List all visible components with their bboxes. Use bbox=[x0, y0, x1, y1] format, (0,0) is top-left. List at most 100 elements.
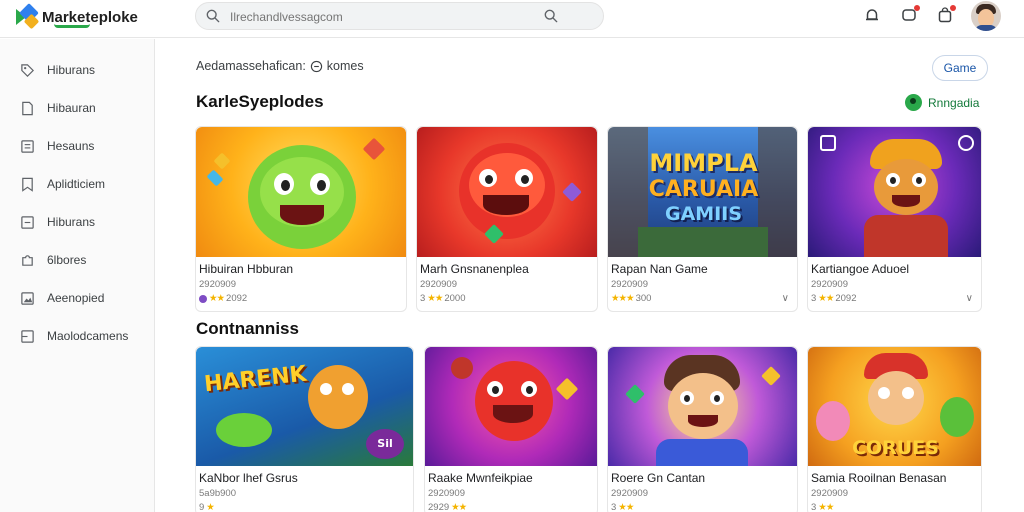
card-rating: ★★ 2092 bbox=[199, 293, 247, 304]
app-logo[interactable]: Marketeploke bbox=[16, 3, 138, 30]
breadcrumb: Aedamassehafican: komes bbox=[196, 59, 364, 73]
sidebar-item-6lbores[interactable]: 6lbores bbox=[0, 247, 155, 273]
sidebar-item-hiburans[interactable]: Hiburans bbox=[0, 57, 155, 83]
card-title: Kartiangoe Aduoel bbox=[811, 262, 910, 276]
notification-button[interactable] bbox=[901, 5, 920, 23]
game-thumbnail: MIMPLA CARUAIA GAMIIS bbox=[608, 127, 797, 257]
card-meta: 2920909 bbox=[811, 279, 848, 290]
sidebar-item-hibauran[interactable]: Hibauran bbox=[0, 95, 155, 121]
chevron-down-icon[interactable]: ∨ bbox=[966, 293, 973, 304]
star-rating: ★★ bbox=[818, 293, 834, 304]
rating-prefix: 2929 bbox=[428, 502, 450, 512]
thumbnail-title-line: MIMPLA bbox=[649, 149, 758, 177]
sidebar-item-label: 6lbores bbox=[47, 253, 87, 267]
game-card[interactable]: Raake Mwnfeikpiae 2920909 2929 ★★ bbox=[424, 346, 598, 512]
game-card[interactable]: Kartiangoe Aduoel 2920909 3 ★★ 2092 ∨ bbox=[807, 126, 982, 312]
app-name: Marketeploke bbox=[42, 8, 138, 26]
card-meta: 2920909 bbox=[420, 279, 457, 290]
game-thumbnail bbox=[608, 347, 797, 466]
thumbnail-title-line: GAMIIS bbox=[664, 203, 743, 225]
sidebar-item-aplidticiem[interactable]: Aplidticiem bbox=[0, 171, 155, 197]
thumbnail-title: HARENK bbox=[202, 361, 308, 398]
game-card[interactable]: HARENK Sil KaNbor lhef Gsrus 5a9b900 9 ★ bbox=[195, 346, 414, 512]
card-rating: 3 ★★ 2092 bbox=[811, 293, 856, 304]
sidebar-item-label: Hiburans bbox=[47, 215, 96, 229]
box-icon bbox=[21, 330, 34, 343]
star-rating: ★★ bbox=[818, 502, 834, 512]
game-thumbnail: HARENK Sil bbox=[196, 347, 413, 466]
search-bar[interactable] bbox=[195, 2, 604, 30]
notification-badge bbox=[914, 5, 920, 11]
note-icon bbox=[21, 216, 34, 229]
star-rating: ★★ bbox=[451, 502, 467, 512]
rating-prefix: 3 bbox=[611, 502, 617, 512]
card-title: Marh Gnsnanenplea bbox=[420, 262, 529, 276]
thumbnail-title-line: CARUAIA bbox=[648, 177, 759, 202]
search-submit-icon[interactable] bbox=[544, 9, 558, 23]
bell-icon[interactable] bbox=[864, 7, 880, 23]
card-title: Hibuiran Hbburan bbox=[199, 262, 294, 276]
sidebar-item-aeenopied[interactable]: Aeenopied bbox=[0, 285, 155, 311]
rating-prefix: 3 bbox=[811, 293, 817, 304]
card-meta: 2920909 bbox=[428, 488, 465, 499]
breadcrumb-current[interactable]: komes bbox=[327, 59, 364, 73]
logo-swoosh bbox=[54, 24, 90, 28]
game-card[interactable]: Roere Gn Cantan 2920909 3 ★★ bbox=[607, 346, 798, 512]
game-thumbnail bbox=[808, 127, 981, 257]
card-rating: ★★★ 300 bbox=[611, 293, 651, 304]
card-title: Samia Rooilnan Benasan bbox=[811, 471, 947, 485]
rating-count: 2000 bbox=[444, 293, 466, 304]
sidebar-item-hiburans-2[interactable]: Hiburans bbox=[0, 209, 155, 235]
see-more-icon bbox=[905, 94, 922, 111]
rating-prefix: 9 bbox=[199, 502, 205, 512]
sidebar-item-label: Hiburans bbox=[47, 63, 96, 77]
file-icon bbox=[22, 101, 33, 116]
puzzle-icon bbox=[22, 255, 33, 266]
developer-badge-icon bbox=[199, 294, 207, 303]
search-icon bbox=[206, 9, 220, 23]
card-title: Roere Gn Cantan bbox=[611, 471, 706, 485]
game-thumbnail bbox=[425, 347, 597, 466]
breadcrumb-prefix[interactable]: Aedamassehafican: bbox=[196, 59, 306, 73]
game-card[interactable]: CORUES Samia Rooilnan Benasan 2920909 3 … bbox=[807, 346, 982, 512]
cart-badge bbox=[950, 5, 956, 11]
see-more-link[interactable]: Rnngadia bbox=[905, 94, 979, 111]
game-thumbnail: CORUES bbox=[808, 347, 981, 466]
star-rating: ★ bbox=[206, 502, 214, 512]
list-icon bbox=[21, 140, 34, 153]
section-title: KarleSyeplodes bbox=[196, 92, 324, 111]
sidebar-item-label: Aplidticiem bbox=[47, 177, 106, 191]
chevron-down-icon[interactable]: ∨ bbox=[782, 293, 789, 304]
star-rating: ★★★ bbox=[611, 293, 635, 304]
card-title: Rapan Nan Game bbox=[611, 262, 708, 276]
rating-prefix: 3 bbox=[420, 293, 426, 304]
sidebar-item-label: Maolodcamens bbox=[47, 329, 129, 343]
card-rating: 2929 ★★ bbox=[428, 502, 467, 512]
star-rating: ★★ bbox=[618, 502, 634, 512]
game-card[interactable]: MIMPLA CARUAIA GAMIIS Rapan Nan Game 292… bbox=[607, 126, 798, 312]
top-bar: Marketeploke bbox=[0, 0, 1024, 38]
game-card[interactable]: Hibuiran Hbburan 2920909 ★★ 2092 bbox=[195, 126, 407, 312]
image-icon bbox=[21, 292, 34, 305]
game-thumbnail bbox=[196, 127, 406, 257]
sidebar-item-hesauns[interactable]: Hesauns bbox=[0, 133, 155, 159]
game-filter-button[interactable]: Game bbox=[932, 55, 988, 81]
sidebar-item-label: Hibauran bbox=[47, 101, 96, 115]
sidebar-item-label: Hesauns bbox=[47, 139, 95, 153]
rating-count: 300 bbox=[635, 293, 652, 304]
rating-prefix: 3 bbox=[811, 502, 817, 512]
card-meta: 5a9b900 bbox=[199, 488, 236, 499]
card-meta: 2920909 bbox=[611, 279, 648, 290]
search-input[interactable] bbox=[230, 8, 530, 26]
star-rating: ★★ bbox=[209, 293, 225, 304]
rating-count: 2092 bbox=[835, 293, 857, 304]
cart-button[interactable] bbox=[937, 5, 956, 23]
sidebar-item-maolodcamens[interactable]: Maolodcamens bbox=[0, 323, 155, 349]
sidebar: Hiburans Hibauran Hesauns Aplidticiem Hi… bbox=[0, 39, 155, 512]
card-rating: 3 ★★ 2000 bbox=[420, 293, 465, 304]
user-avatar[interactable] bbox=[971, 1, 1001, 31]
game-thumbnail bbox=[417, 127, 597, 257]
game-card[interactable]: Marh Gnsnanenplea 2920909 3 ★★ 2000 bbox=[416, 126, 598, 312]
sidebar-item-label: Aeenopied bbox=[47, 291, 105, 305]
card-title: KaNbor lhef Gsrus bbox=[199, 471, 298, 485]
